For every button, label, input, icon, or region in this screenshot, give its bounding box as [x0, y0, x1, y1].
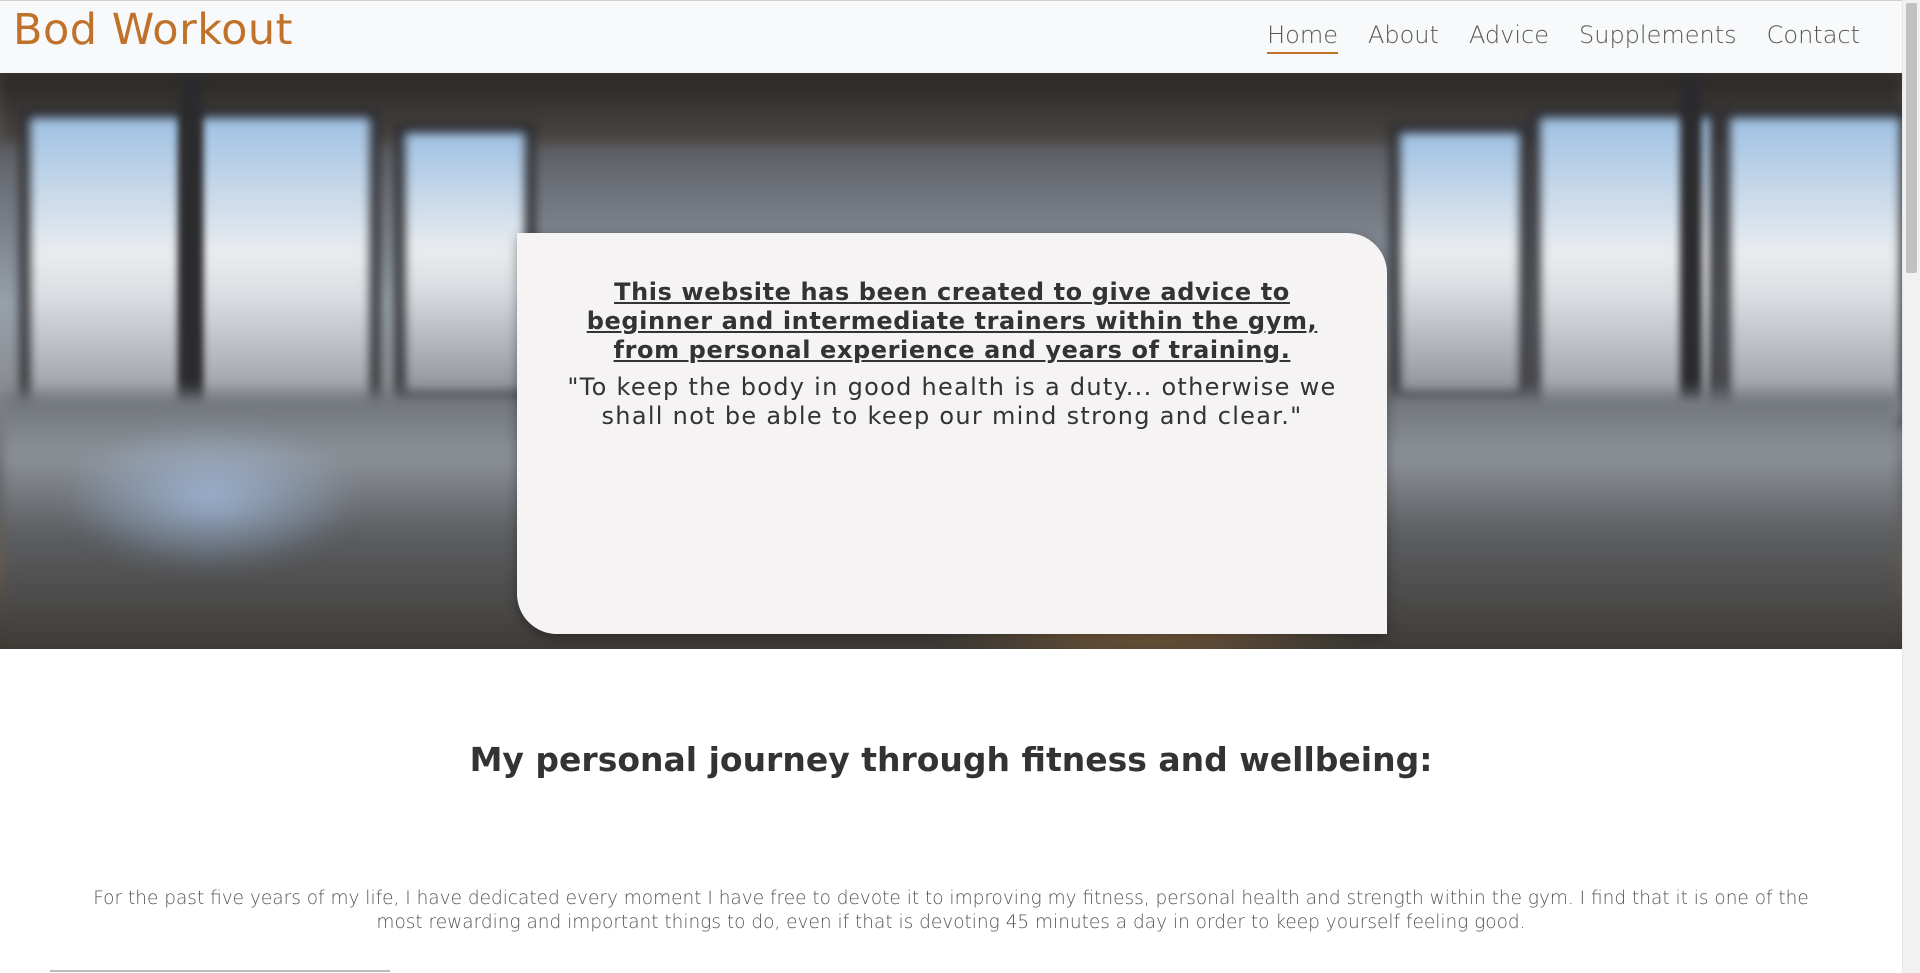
- intro-quote: "To keep the body in good health is a du…: [567, 373, 1337, 430]
- intro-heading: This website has been created to give ad…: [586, 278, 1318, 364]
- hero-background-reflection: [60, 423, 360, 573]
- hero-background-pillar: [180, 73, 202, 403]
- site-header: Bod Workout Home About Advice Supplement…: [0, 0, 1902, 73]
- journey-text: For the past five years of my life, I ha…: [93, 888, 1809, 933]
- journey-title: My personal journey through fitness and …: [469, 740, 1433, 779]
- hero-background-window: [1720, 108, 1902, 428]
- hero-background-window: [395, 123, 535, 403]
- section-divider: [50, 970, 390, 972]
- scrollbar-thumb[interactable]: [1906, 3, 1917, 273]
- hero-background-window: [190, 108, 380, 428]
- page-scrollbar[interactable]: [1902, 0, 1920, 973]
- nav-link-about[interactable]: About: [1368, 21, 1439, 54]
- nav-link-supplements[interactable]: Supplements: [1579, 21, 1737, 54]
- hero-background-pillar: [1680, 73, 1702, 403]
- page-content: Bod Workout Home About Advice Supplement…: [0, 0, 1902, 973]
- hero-background-window: [1390, 123, 1530, 403]
- hero-banner: This website has been created to give ad…: [0, 73, 1902, 649]
- nav-link-contact[interactable]: Contact: [1767, 21, 1860, 54]
- brand-logo-link[interactable]: Bod Workout: [13, 5, 293, 55]
- hero-background-window: [20, 108, 190, 428]
- page: Bod Workout Home About Advice Supplement…: [0, 0, 1920, 973]
- main-nav: Home About Advice Supplements Contact: [1237, 21, 1860, 54]
- nav-link-home[interactable]: Home: [1267, 21, 1338, 54]
- nav-link-advice[interactable]: Advice: [1469, 21, 1549, 54]
- intro-card: This website has been created to give ad…: [517, 233, 1387, 634]
